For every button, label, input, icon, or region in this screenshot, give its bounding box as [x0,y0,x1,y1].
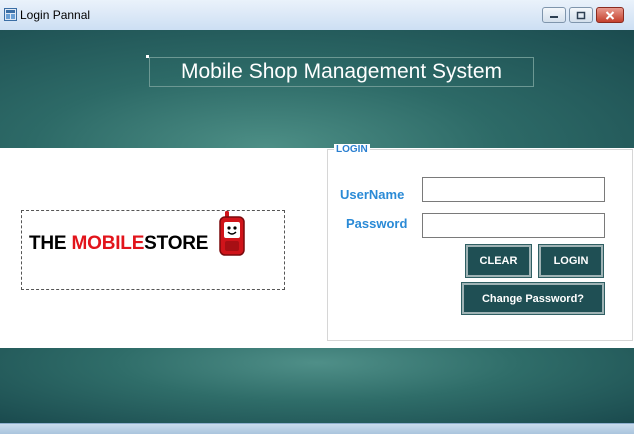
window-title: Login Pannal [20,8,91,22]
app-title: Mobile Shop Management System [149,57,534,87]
close-button[interactable] [596,7,624,23]
login-button[interactable]: LOGIN [538,244,604,278]
window-controls [542,7,624,23]
username-input[interactable] [422,177,605,202]
minimize-icon [550,16,558,18]
logo-text: THE MOBILESTORE [29,233,208,255]
maximize-icon [576,11,586,19]
window-bottom-border [0,423,634,434]
logo-picture-box: THE MOBILESTORE [21,210,285,290]
maximize-button[interactable] [569,7,593,23]
logo-text-highlight: MOBILE [71,233,145,254]
password-label: Password [346,216,408,231]
header-banner [0,30,634,148]
footer-banner [0,348,634,423]
minimize-button[interactable] [542,7,566,23]
password-input[interactable] [422,213,605,238]
clear-button[interactable]: CLEAR [465,244,532,278]
close-icon [605,10,615,20]
logo-text-prefix: THE [29,233,72,254]
logo-text-suffix: STORE [144,233,209,254]
change-password-button[interactable]: Change Password? [461,282,605,315]
window-titlebar[interactable]: Login Pannal [0,0,634,31]
username-label: UserName [340,187,405,202]
app-icon [4,8,17,21]
login-group-title: LOGIN [334,144,370,155]
mobile-phone-mascot-icon [219,211,245,256]
